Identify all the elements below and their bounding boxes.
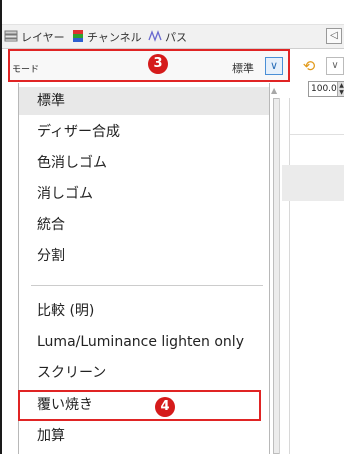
callout-badge-3: 3	[148, 54, 168, 74]
tab-label: パス	[165, 31, 187, 44]
tab-layers[interactable]: レイヤー	[4, 27, 65, 47]
opacity-spin-buttons[interactable]: ▲ ▼	[337, 82, 344, 96]
list-item[interactable]: Luma/Luminance lighten only	[19, 328, 269, 356]
channels-icon	[72, 29, 84, 45]
composite-combo-button[interactable]: ∨	[326, 57, 344, 75]
tab-label: レイヤー	[21, 31, 65, 44]
dock-tab-bar: レイヤー チャンネル パス	[2, 24, 344, 49]
chevron-down-icon: ∨	[331, 60, 339, 71]
chevron-down-icon: ∨	[269, 59, 279, 72]
tab-label: チャンネル	[87, 31, 142, 44]
reset-mode-icon[interactable]: ⟲	[300, 57, 318, 75]
list-item[interactable]: ディザー合成	[19, 118, 269, 146]
layers-icon	[4, 30, 18, 45]
list-item[interactable]: 消しゴム	[19, 180, 269, 208]
chevron-left-icon: ◁	[330, 30, 338, 41]
mode-value[interactable]: 標準	[232, 60, 254, 76]
list-item[interactable]: 統合	[19, 211, 269, 239]
item-highlight-box	[18, 390, 261, 421]
tab-menu-button[interactable]: ◁	[326, 28, 342, 44]
scroll-up-arrow[interactable]: ▲	[271, 86, 277, 95]
paths-icon	[148, 29, 162, 45]
row-divider	[290, 134, 344, 135]
tab-channels[interactable]: チャンネル	[72, 27, 142, 47]
panel-divider	[289, 98, 290, 454]
mode-label: モード	[12, 65, 40, 75]
tab-paths[interactable]: パス	[148, 27, 187, 47]
mode-combo-button[interactable]: ∨	[265, 57, 283, 75]
list-item[interactable]: スクリーン	[19, 359, 269, 387]
scrollbar-track	[279, 98, 280, 454]
list-item[interactable]: 色消しゴム	[19, 149, 269, 177]
list-item[interactable]: 標準	[19, 87, 269, 115]
list-item[interactable]: 加算	[19, 422, 269, 450]
menu-separator	[31, 285, 263, 286]
window-border	[0, 0, 2, 454]
layer-row[interactable]	[282, 165, 344, 201]
list-item[interactable]: 分割	[19, 242, 269, 270]
callout-badge-4: 4	[155, 397, 175, 417]
list-item[interactable]: 比較 (明)	[19, 297, 269, 325]
